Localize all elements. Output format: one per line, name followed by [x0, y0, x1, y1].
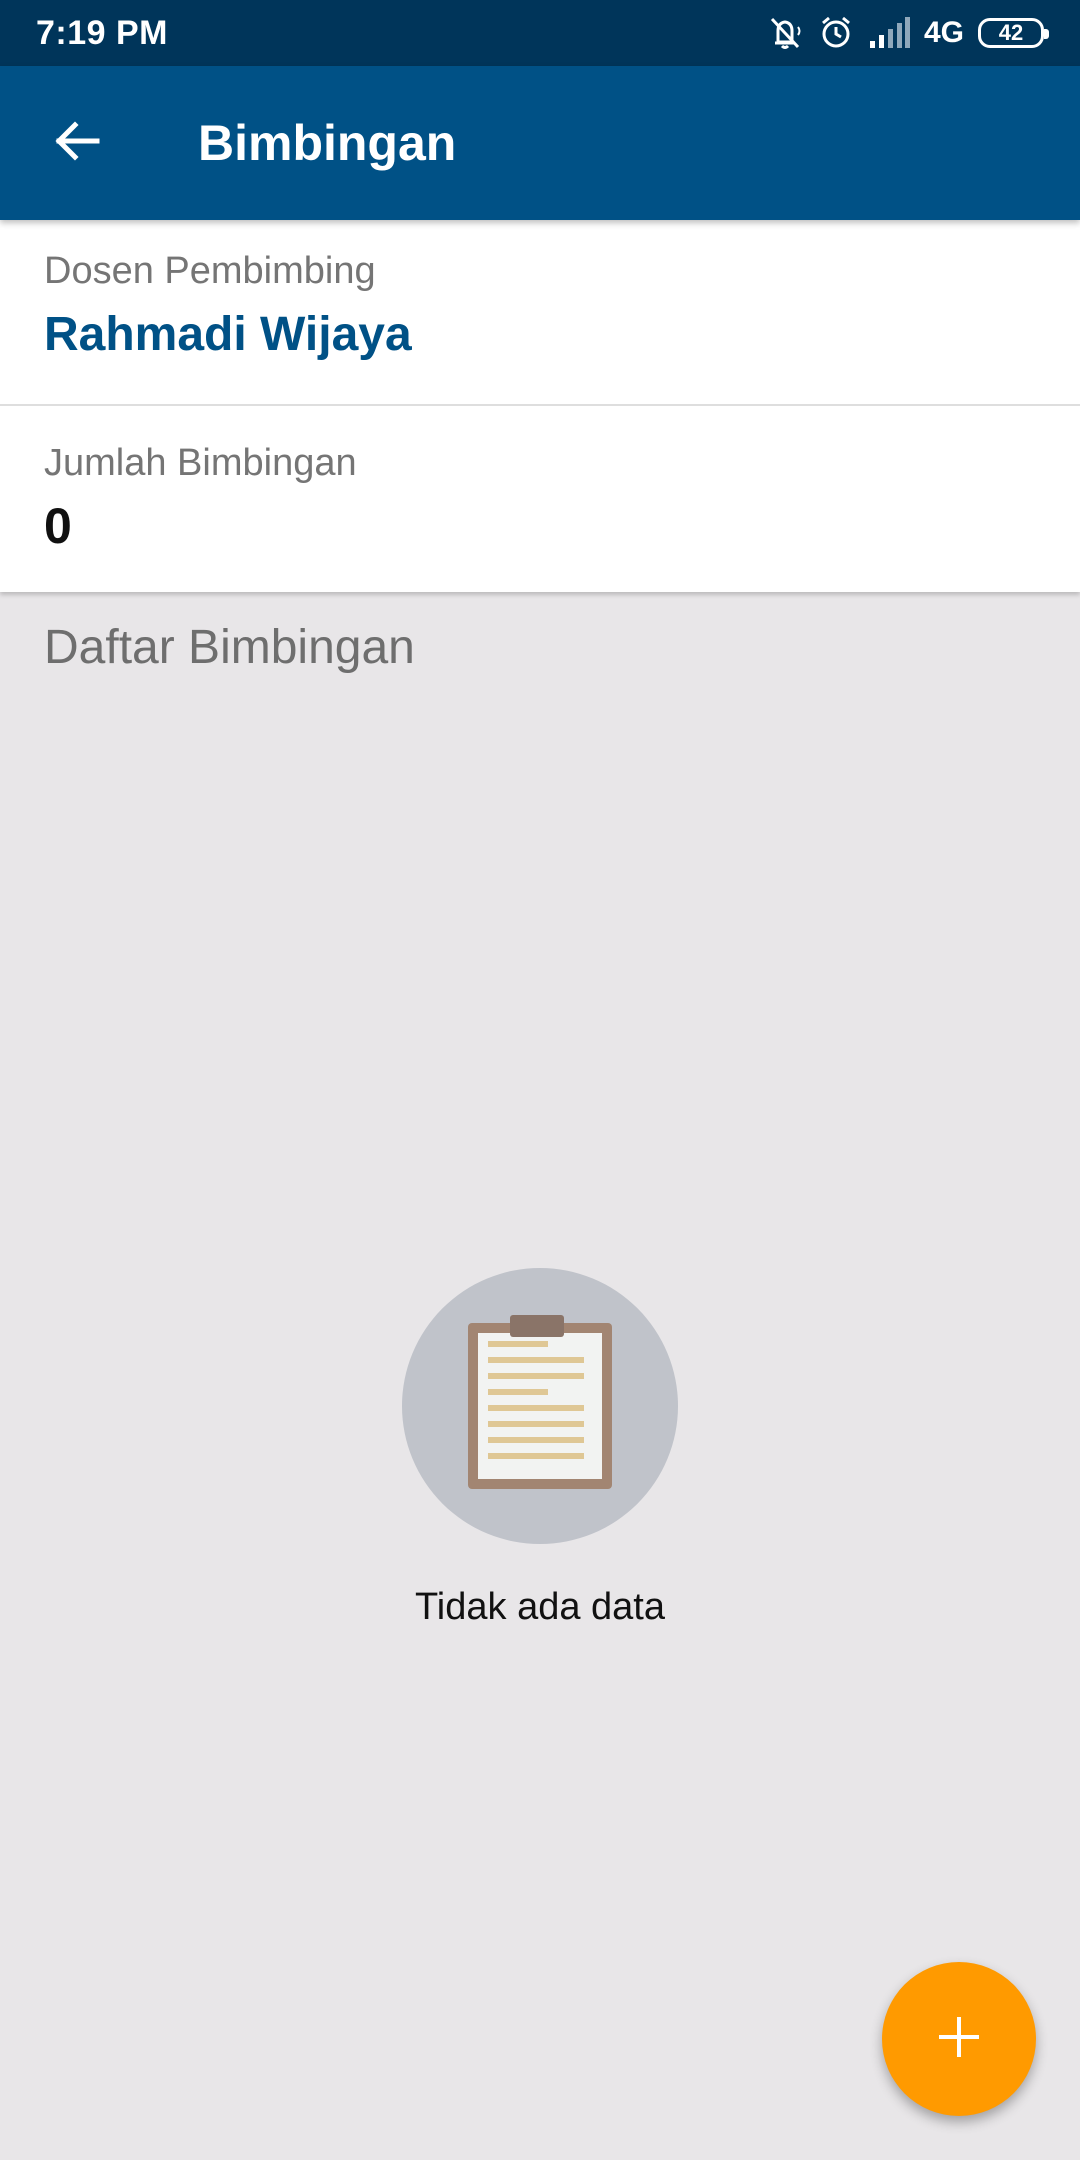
advisor-label: Dosen Pembimbing: [44, 250, 376, 292]
count-label: Jumlah Bimbingan: [44, 442, 357, 484]
add-bimbingan-button[interactable]: [882, 1962, 1036, 2116]
status-icons: 4G 42: [766, 15, 1049, 51]
back-button[interactable]: [0, 66, 154, 220]
empty-text: Tidak ada data: [415, 1586, 665, 1628]
signal-icon: [868, 17, 910, 49]
plus-icon: [935, 2013, 983, 2066]
app-bar: Bimbingan: [0, 66, 1080, 220]
page-title: Bimbingan: [198, 115, 457, 171]
empty-state: Tidak ada data: [0, 1268, 1080, 1629]
screen: 7:19 PM 4G 42 Bimbingan Dosen Pembimbing…: [0, 0, 1080, 2160]
status-time: 7:19 PM: [36, 13, 168, 52]
arrow-left-icon: [51, 115, 103, 172]
clipboard-icon: [464, 1314, 616, 1498]
advisor-card: Dosen Pembimbing Rahmadi Wijaya: [0, 220, 1080, 406]
info-card-group: Dosen Pembimbing Rahmadi Wijaya Jumlah B…: [0, 220, 1080, 592]
battery-icon: 42: [978, 18, 1049, 48]
list-title: Daftar Bimbingan: [44, 621, 415, 674]
empty-illustration: [402, 1268, 678, 1544]
count-card: Jumlah Bimbingan 0: [0, 406, 1080, 592]
status-bar: 7:19 PM 4G 42: [0, 0, 1080, 66]
alarm-icon: [818, 15, 854, 51]
bell-off-icon: [766, 15, 804, 51]
count-value: 0: [44, 498, 72, 554]
advisor-name: Rahmadi Wijaya: [44, 308, 412, 361]
network-type: 4G: [923, 16, 964, 49]
